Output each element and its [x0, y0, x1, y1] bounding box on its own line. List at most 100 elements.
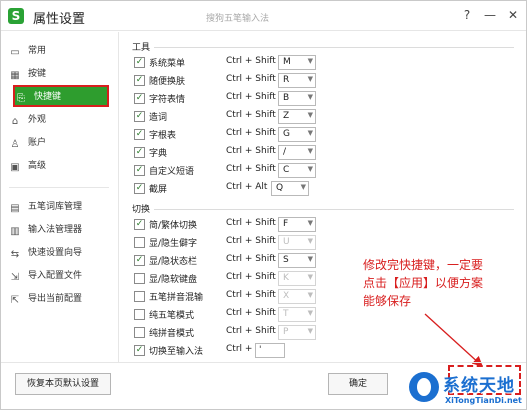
sidebar-tool-label: 导出当前配置	[28, 294, 83, 304]
shortcut-label: 切换至输入法	[149, 347, 204, 357]
shortcut-key-select[interactable]: C ▼	[278, 163, 316, 178]
shortcut-key-input[interactable]: '	[255, 343, 285, 358]
shortcut-checkbox[interactable]: ✓	[134, 57, 145, 68]
shortcut-label: 自定义短语	[149, 167, 195, 177]
chevron-down-icon: ▼	[300, 183, 306, 191]
manager-icon: ▥	[10, 226, 20, 237]
shortcut-key-select[interactable]: Q ▼	[271, 181, 309, 196]
ok-button[interactable]: 确定	[328, 373, 388, 395]
shortcut-key-select[interactable]: T ▼	[278, 307, 316, 322]
shortcut-key-select[interactable]: M ▼	[278, 55, 316, 70]
shortcut-key-value: S	[283, 255, 289, 265]
shortcut-checkbox[interactable]: ✓	[134, 93, 145, 104]
shortcut-key-select[interactable]: Z ▼	[278, 109, 316, 124]
shortcut-key-value: B	[283, 93, 290, 103]
sidebar-tool-manager[interactable]: ▥ 输入法管理器	[9, 220, 109, 240]
shortcut-row: ✓ 字符表情 Ctrl + Shift + B ▼	[134, 91, 334, 107]
shortcut-checkbox[interactable]: ✓	[134, 129, 145, 140]
sidebar-item-label: 按键	[28, 69, 47, 79]
shortcut-key-select[interactable]: / ▼	[278, 145, 316, 160]
sidebar-item-general[interactable]: ▭ 常用	[9, 41, 109, 61]
shortcut-icon: ⎘	[17, 93, 25, 104]
help-button[interactable]: ?	[459, 7, 475, 23]
sidebar-tool-import[interactable]: ⇲ 导入配置文件	[9, 266, 109, 286]
sidebar-item-label: 高级	[28, 161, 47, 171]
shortcut-label: 显/隐软键盘	[149, 275, 198, 285]
sidebar-item-shortcuts[interactable]: ⎘ 快捷键	[13, 85, 109, 107]
sidebar-item-keys[interactable]: ▦ 按键	[9, 64, 109, 84]
chevron-down-icon: ▼	[307, 255, 313, 263]
sidebar-tool-dictionary[interactable]: ▤ 五笔词库管理	[9, 197, 109, 217]
shortcut-checkbox[interactable]	[134, 273, 145, 284]
chevron-down-icon: ▼	[307, 165, 313, 173]
sidebar-item-account[interactable]: ♙ 账户	[9, 133, 109, 153]
shortcut-label: 显/隐状态栏	[149, 257, 198, 267]
shortcut-row: ✓ 简/繁体切换 Ctrl + Shift + F ▼	[134, 217, 334, 233]
sidebar-tool-export[interactable]: ⇱ 导出当前配置	[9, 289, 109, 309]
shortcut-row: ✓ 字根表 Ctrl + Shift + G ▼	[134, 127, 334, 143]
shortcut-key-select[interactable]: S ▼	[278, 253, 316, 268]
shortcut-row: 五笔拼音混输 Ctrl + Shift + X ▼	[134, 289, 334, 305]
shortcut-modifier: Ctrl +	[226, 344, 253, 354]
shortcut-label: 纯五笔模式	[149, 311, 195, 321]
shortcut-key-value: M	[283, 57, 291, 67]
shortcut-key-select[interactable]: G ▼	[278, 127, 316, 142]
wizard-icon: ⇆	[10, 249, 20, 260]
advanced-icon: ▣	[10, 162, 20, 173]
sidebar-item-appearance[interactable]: ⌂ 外观	[9, 110, 109, 130]
shortcut-key-select[interactable]: K ▼	[278, 271, 316, 286]
shortcut-checkbox[interactable]: ✓	[134, 345, 145, 356]
shortcut-key-value: T	[283, 309, 289, 319]
sidebar-item-label: 快捷键	[34, 92, 62, 102]
shortcut-key-value: K	[283, 273, 289, 283]
restore-defaults-button[interactable]: 恢复本页默认设置	[15, 373, 111, 395]
shortcut-checkbox[interactable]: ✓	[134, 165, 145, 176]
shortcut-key-value: /	[283, 147, 287, 157]
shortcut-checkbox[interactable]: ✓	[134, 111, 145, 122]
shortcut-checkbox[interactable]: ✓	[134, 255, 145, 266]
shirt-icon: ⌂	[11, 116, 19, 127]
shortcut-label: 纯拼音模式	[149, 329, 195, 339]
shortcut-row: ✓ 自定义短语 Ctrl + Shift + C ▼	[134, 163, 334, 179]
shortcut-checkbox[interactable]	[134, 327, 145, 338]
minimize-button[interactable]: —	[482, 7, 498, 23]
sidebar-item-label: 外观	[28, 115, 47, 125]
shortcut-row: 显/隐软键盘 Ctrl + Shift + K ▼	[134, 271, 334, 287]
close-button[interactable]: ✕	[505, 7, 521, 23]
sidebar-tool-wizard[interactable]: ⇆ 快速设置向导	[9, 243, 109, 263]
shortcut-checkbox[interactable]: ✓	[134, 219, 145, 230]
chevron-down-icon: ▼	[307, 147, 313, 155]
shortcut-key-select[interactable]: R ▼	[278, 73, 316, 88]
title-bar: S 属性设置 搜狗五笔输入法 ? — ✕	[1, 1, 526, 31]
shortcut-checkbox[interactable]: ✓	[134, 147, 145, 158]
shortcut-row: 显/隐生僻字 Ctrl + Shift + U ▼	[134, 235, 334, 251]
shortcut-label: 简/繁体切换	[149, 221, 198, 231]
shortcut-key-value: P	[283, 327, 289, 337]
shortcut-row: ✓ 造词 Ctrl + Shift + Z ▼	[134, 109, 334, 125]
watermark: 系统天地 XiTongTianDi.net	[409, 369, 527, 409]
shortcut-label: 字典	[149, 149, 168, 159]
dictionary-icon: ▤	[10, 203, 20, 214]
shortcut-checkbox[interactable]	[134, 309, 145, 320]
shortcut-checkbox[interactable]	[134, 291, 145, 302]
chevron-down-icon: ▼	[307, 129, 313, 137]
sidebar-item-advanced[interactable]: ▣ 高级	[9, 156, 109, 176]
sidebar-tool-label: 输入法管理器	[28, 225, 83, 235]
shortcut-key-select[interactable]: U ▼	[278, 235, 316, 250]
sidebar-item-label: 账户	[28, 138, 47, 148]
shortcut-row: ✓ 系统菜单 Ctrl + Shift + M ▼	[134, 55, 334, 71]
shortcut-key-select[interactable]: P ▼	[278, 325, 316, 340]
shortcut-checkbox[interactable]: ✓	[134, 75, 145, 86]
sogou-logo-icon: S	[8, 8, 24, 24]
shortcut-checkbox[interactable]	[134, 237, 145, 248]
chevron-down-icon: ▼	[307, 75, 313, 83]
shortcut-checkbox[interactable]: ✓	[134, 183, 145, 194]
shortcut-key-value: F	[283, 219, 289, 229]
shortcut-label: 随便换肤	[149, 77, 186, 87]
shortcut-key-select[interactable]: F ▼	[278, 217, 316, 232]
shortcut-key-select[interactable]: B ▼	[278, 91, 316, 106]
shortcut-key-select[interactable]: X ▼	[278, 289, 316, 304]
shortcut-key-value: R	[283, 75, 290, 85]
section-title-switch: 切换	[132, 205, 151, 215]
shortcut-row: ✓ 显/隐状态栏 Ctrl + Shift + S ▼	[134, 253, 334, 269]
